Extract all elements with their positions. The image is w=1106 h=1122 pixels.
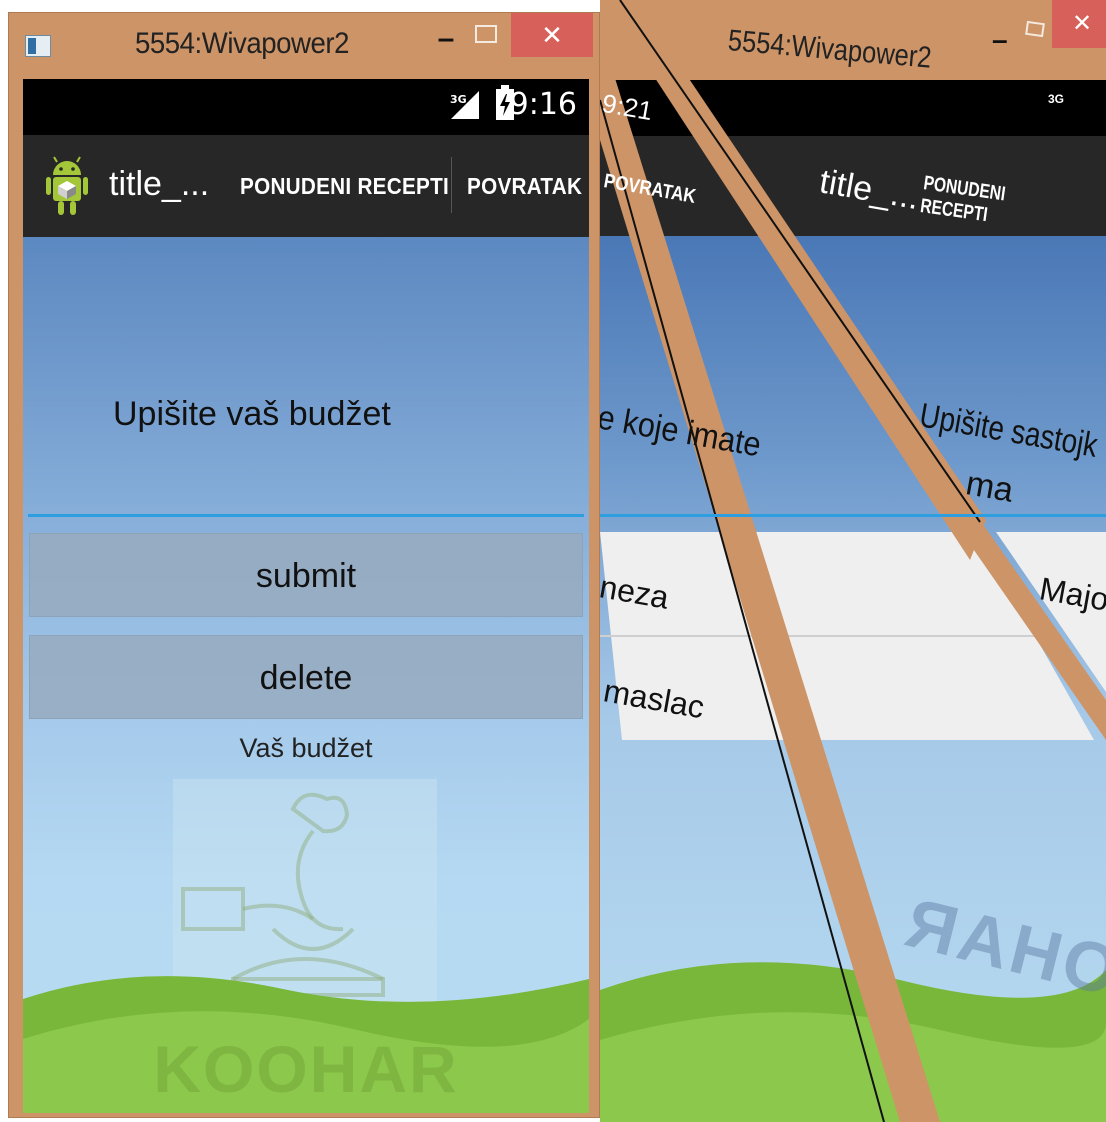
povratak-action[interactable]: POVRATAK xyxy=(467,173,582,200)
close-button[interactable]: ✕ xyxy=(511,13,593,57)
action-divider xyxy=(451,157,452,213)
app-title: title_... xyxy=(109,165,210,203)
delete-button[interactable]: delete xyxy=(29,635,583,719)
second-maximize-button[interactable] xyxy=(1025,20,1045,38)
action-bar: title_... PONUDENI RECEPTI POVRATAK xyxy=(23,135,589,237)
ingredient-input-value[interactable]: ma xyxy=(963,464,1016,511)
second-network-type: 3G xyxy=(1048,92,1065,106)
second-minimize-button[interactable]: – xyxy=(992,24,1008,56)
status-time: 9:16 xyxy=(509,87,577,122)
ponudeni-recepti-action[interactable]: PONUDENI RECEPTI xyxy=(240,173,449,200)
ingredient-input-underline xyxy=(600,514,1106,517)
koohar-logo: KOOHAR xyxy=(153,1032,459,1106)
submit-button[interactable]: submit xyxy=(29,533,583,617)
network-type: 3G xyxy=(450,93,467,106)
minimize-button[interactable]: – xyxy=(431,19,461,59)
signal-icon: 3G xyxy=(450,91,479,119)
window-titlebar[interactable]: 5554:Wivapower2 – ✕ xyxy=(9,13,599,79)
android-app-icon[interactable] xyxy=(45,155,89,217)
window-title: 5554:Wivapower2 xyxy=(135,27,350,60)
emulator-window: 5554:Wivapower2 – ✕ 3G 9:16 title_... PO… xyxy=(8,12,600,1118)
budget-prompt: Upišite vaš budžet xyxy=(113,395,391,433)
emulator-window-icon xyxy=(25,35,51,57)
budget-input[interactable] xyxy=(28,479,584,517)
maximize-button[interactable] xyxy=(475,25,497,43)
second-emulator-window: 5554:Wivapower2 – ✕ 9:21 3G POVRATAK tit… xyxy=(600,0,1106,1122)
status-bar: 3G 9:16 xyxy=(23,79,589,135)
second-close-button[interactable]: ✕ xyxy=(1052,0,1106,48)
device-screen: 3G 9:16 title_... PONUDENI RECEPTI POVRA… xyxy=(23,79,589,1113)
budget-result-label: Vaš budžet xyxy=(239,733,373,763)
